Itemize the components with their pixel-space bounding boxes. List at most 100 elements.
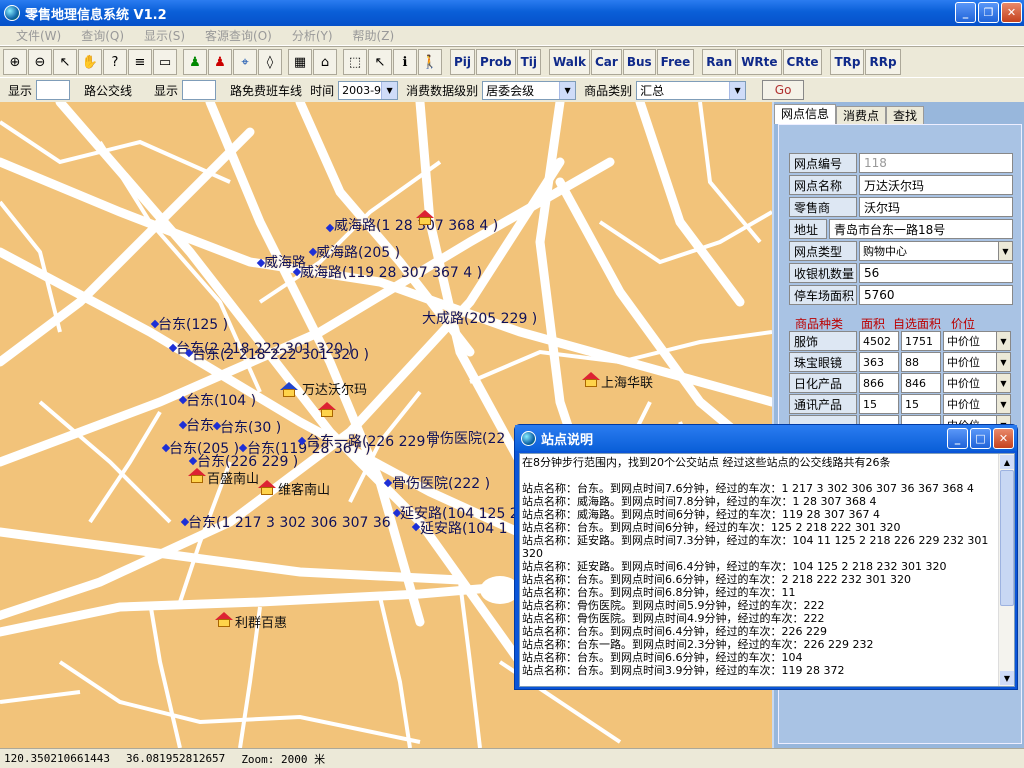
- category-header-self: 自选面积: [893, 317, 942, 331]
- level-select[interactable]: 居委会级 ▼: [482, 80, 577, 100]
- help-pointer-icon[interactable]: ?: [103, 49, 127, 75]
- select-box-icon[interactable]: ⬚: [343, 49, 367, 75]
- zoom-out-icon[interactable]: ⊖: [28, 49, 52, 75]
- bus-line-count-input[interactable]: [36, 80, 71, 100]
- chevron-down-icon: ▼: [729, 81, 746, 99]
- wrte-button[interactable]: WRte: [737, 49, 782, 75]
- store-icon[interactable]: [416, 210, 434, 226]
- menu-display[interactable]: 显示(S): [134, 27, 195, 44]
- price-select[interactable]: 中价位 ▼: [943, 394, 1011, 414]
- scroll-up-icon[interactable]: ▲: [1000, 455, 1014, 469]
- area-field[interactable]: 866: [859, 373, 899, 393]
- outlet-name-field[interactable]: 万达沃尔玛: [859, 175, 1013, 195]
- cashier-count-field[interactable]: 56: [859, 263, 1013, 283]
- zoom-in-icon[interactable]: ⊕: [3, 49, 27, 75]
- layers-icon[interactable]: ≡: [128, 49, 152, 75]
- dialog-maximize-button[interactable]: □: [970, 428, 991, 449]
- category-select[interactable]: 汇总 ▼: [636, 80, 747, 100]
- station-info-dialog[interactable]: 站点说明 _ □ ✕ 在8分钟步行范围内，找到20个公交站点 经过这些站点的公交…: [514, 424, 1018, 690]
- show-bus-label: 显示: [8, 83, 33, 98]
- field-label: 网点类型: [789, 241, 857, 261]
- go-button[interactable]: Go: [762, 80, 805, 100]
- tab-consumer-points[interactable]: 消费点: [836, 106, 887, 124]
- chevron-down-icon: ▼: [559, 81, 576, 99]
- close-button[interactable]: ✕: [1001, 2, 1022, 23]
- category-row: 日化产品 866 846 中价位 ▼: [789, 373, 1011, 393]
- pan-hand-icon[interactable]: ✋: [78, 49, 102, 75]
- ran-button[interactable]: Ran: [702, 49, 737, 75]
- toolbar: ⊕ ⊖ ↖ ✋ ? ≡ ▭ ♟ ♟ ⌖ ◊ ▦ ⌂ ⬚ ↖ ℹ 🚶 Pij Pr…: [0, 46, 1024, 78]
- person-green-icon[interactable]: ♟: [183, 49, 207, 75]
- rrp-button[interactable]: RRp: [865, 49, 901, 75]
- outlet-id-field[interactable]: 118: [859, 153, 1013, 173]
- crte-button[interactable]: CRte: [782, 49, 823, 75]
- pij-button[interactable]: Pij: [450, 49, 476, 75]
- price-select[interactable]: 中价位 ▼: [943, 352, 1011, 372]
- field-label: 地址: [789, 219, 827, 239]
- self-area-field[interactable]: 1751: [901, 331, 941, 351]
- store-icon[interactable]: [188, 468, 206, 484]
- pin-icon[interactable]: ⌖: [233, 49, 257, 75]
- price-select[interactable]: 中价位 ▼: [943, 373, 1011, 393]
- self-area-field[interactable]: 846: [901, 373, 941, 393]
- store-icon[interactable]: [258, 480, 276, 496]
- category-value: 汇总: [640, 83, 665, 98]
- area-field[interactable]: 15: [859, 394, 899, 414]
- dialog-scrollbar[interactable]: ▲ ▼: [998, 454, 1014, 686]
- category-name: 日化产品: [789, 373, 857, 393]
- dialog-title-bar[interactable]: 站点说明 _ □ ✕: [515, 425, 1017, 451]
- scroll-down-icon[interactable]: ▼: [1000, 671, 1014, 685]
- category-name: 服饰: [789, 331, 857, 351]
- menu-analysis[interactable]: 分析(Y): [282, 27, 343, 44]
- select-arrow-icon[interactable]: ↖: [53, 49, 77, 75]
- walk-button[interactable]: Walk: [549, 49, 590, 75]
- category-label: 商品类别: [584, 83, 633, 98]
- car-button[interactable]: Car: [591, 49, 622, 75]
- price-select[interactable]: 中价位 ▼: [943, 331, 1011, 351]
- dialog-minimize-button[interactable]: _: [947, 428, 968, 449]
- eraser-icon[interactable]: ◊: [258, 49, 282, 75]
- store-icon[interactable]: [582, 372, 600, 388]
- field-label: 收银机数量: [789, 263, 857, 283]
- dialog-text-area[interactable]: 在8分钟步行范围内，找到20个公交站点 经过这些站点的公交线路共有26条 站点名…: [519, 453, 1015, 687]
- address-field[interactable]: 青岛市台东一路18号: [829, 219, 1013, 239]
- category-header-price: 价位: [951, 317, 976, 331]
- area-field[interactable]: 363: [859, 352, 899, 372]
- minimize-button[interactable]: _: [955, 2, 976, 23]
- building-icon[interactable]: ⌂: [313, 49, 337, 75]
- map-frame-icon[interactable]: ▭: [153, 49, 177, 75]
- tab-outlet-info[interactable]: 网点信息: [774, 104, 837, 124]
- arrow-icon[interactable]: ↖: [368, 49, 392, 75]
- free-button[interactable]: Free: [656, 49, 695, 75]
- self-area-field[interactable]: 88: [901, 352, 941, 372]
- walk-person-icon[interactable]: 🚶: [418, 49, 442, 75]
- parking-area-field[interactable]: 5760: [859, 285, 1013, 305]
- prob-button[interactable]: Prob: [476, 49, 516, 75]
- store-icon[interactable]: [318, 402, 336, 418]
- person-red-icon[interactable]: ♟: [208, 49, 232, 75]
- trp-button[interactable]: TRp: [830, 49, 865, 75]
- info-icon[interactable]: ℹ: [393, 49, 417, 75]
- time-select[interactable]: 2003-9 ▼: [338, 80, 399, 100]
- outlet-type-select[interactable]: 购物中心 ▼: [859, 241, 1013, 261]
- dialog-close-button[interactable]: ✕: [993, 428, 1014, 449]
- self-area-field[interactable]: 15: [901, 394, 941, 414]
- menu-file[interactable]: 文件(W): [6, 27, 71, 44]
- restore-button[interactable]: ❐: [978, 2, 999, 23]
- store-icon-selected[interactable]: [280, 382, 298, 398]
- dialog-text: 在8分钟步行范围内，找到20个公交站点 经过这些站点的公交线路共有26条 站点名…: [522, 456, 989, 677]
- menu-bar: 文件(W) 查询(Q) 显示(S) 客源查询(O) 分析(Y) 帮助(Z): [0, 26, 1024, 46]
- tij-button[interactable]: Tij: [516, 49, 541, 75]
- area-field[interactable]: 4502: [859, 331, 899, 351]
- menu-customer-query[interactable]: 客源查询(O): [195, 27, 282, 44]
- scroll-thumb[interactable]: [1000, 470, 1014, 606]
- menu-help[interactable]: 帮助(Z): [343, 27, 405, 44]
- bus-button[interactable]: Bus: [622, 49, 656, 75]
- free-line-count-input[interactable]: [182, 80, 217, 100]
- store-icon[interactable]: [215, 612, 233, 628]
- tab-search[interactable]: 查找: [886, 106, 925, 124]
- menu-query[interactable]: 查询(Q): [71, 27, 134, 44]
- table-icon[interactable]: ▦: [288, 49, 312, 75]
- category-name: 通讯产品: [789, 394, 857, 414]
- retailer-field[interactable]: 沃尔玛: [859, 197, 1013, 217]
